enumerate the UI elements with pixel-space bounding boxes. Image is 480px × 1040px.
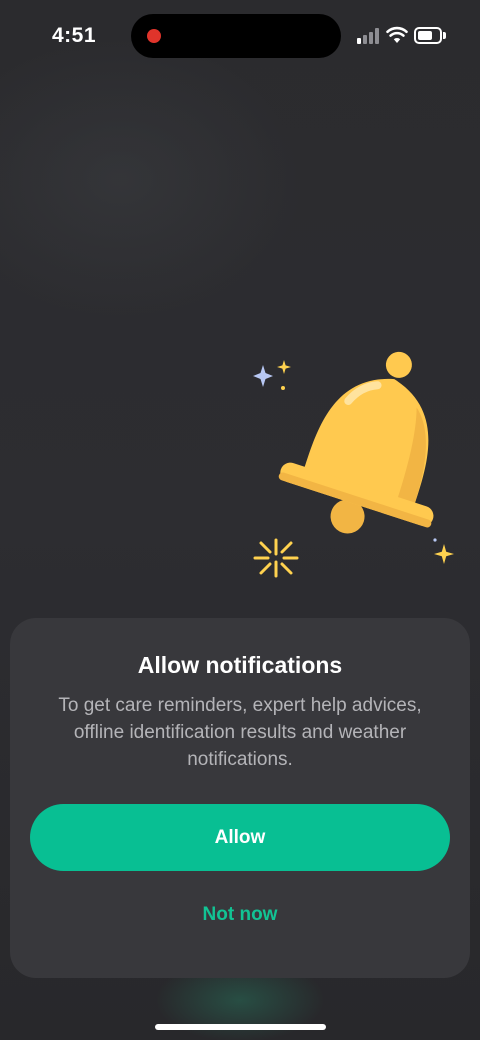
allow-button[interactable]: Allow [30, 804, 450, 871]
battery-icon [414, 27, 442, 44]
dialog-description: To get care reminders, expert help advic… [58, 695, 422, 770]
wifi-icon [386, 26, 408, 43]
home-indicator[interactable] [155, 1024, 326, 1030]
status-time: 4:51 [52, 24, 97, 47]
screen: 4:51 Allow notifications To get care rem… [0, 0, 480, 1040]
bell-icon [253, 351, 454, 578]
dynamic-island [131, 14, 341, 58]
status-bar: 4:51 [0, 0, 480, 72]
dialog-title: Allow notifications [137, 652, 343, 678]
signal-icon [357, 28, 381, 44]
battery-cap [443, 32, 446, 39]
recording-indicator-icon [147, 29, 161, 43]
not-now-button[interactable]: Not now [140, 898, 340, 932]
notification-permission-dialog: Allow notifications To get care reminder… [10, 618, 470, 978]
